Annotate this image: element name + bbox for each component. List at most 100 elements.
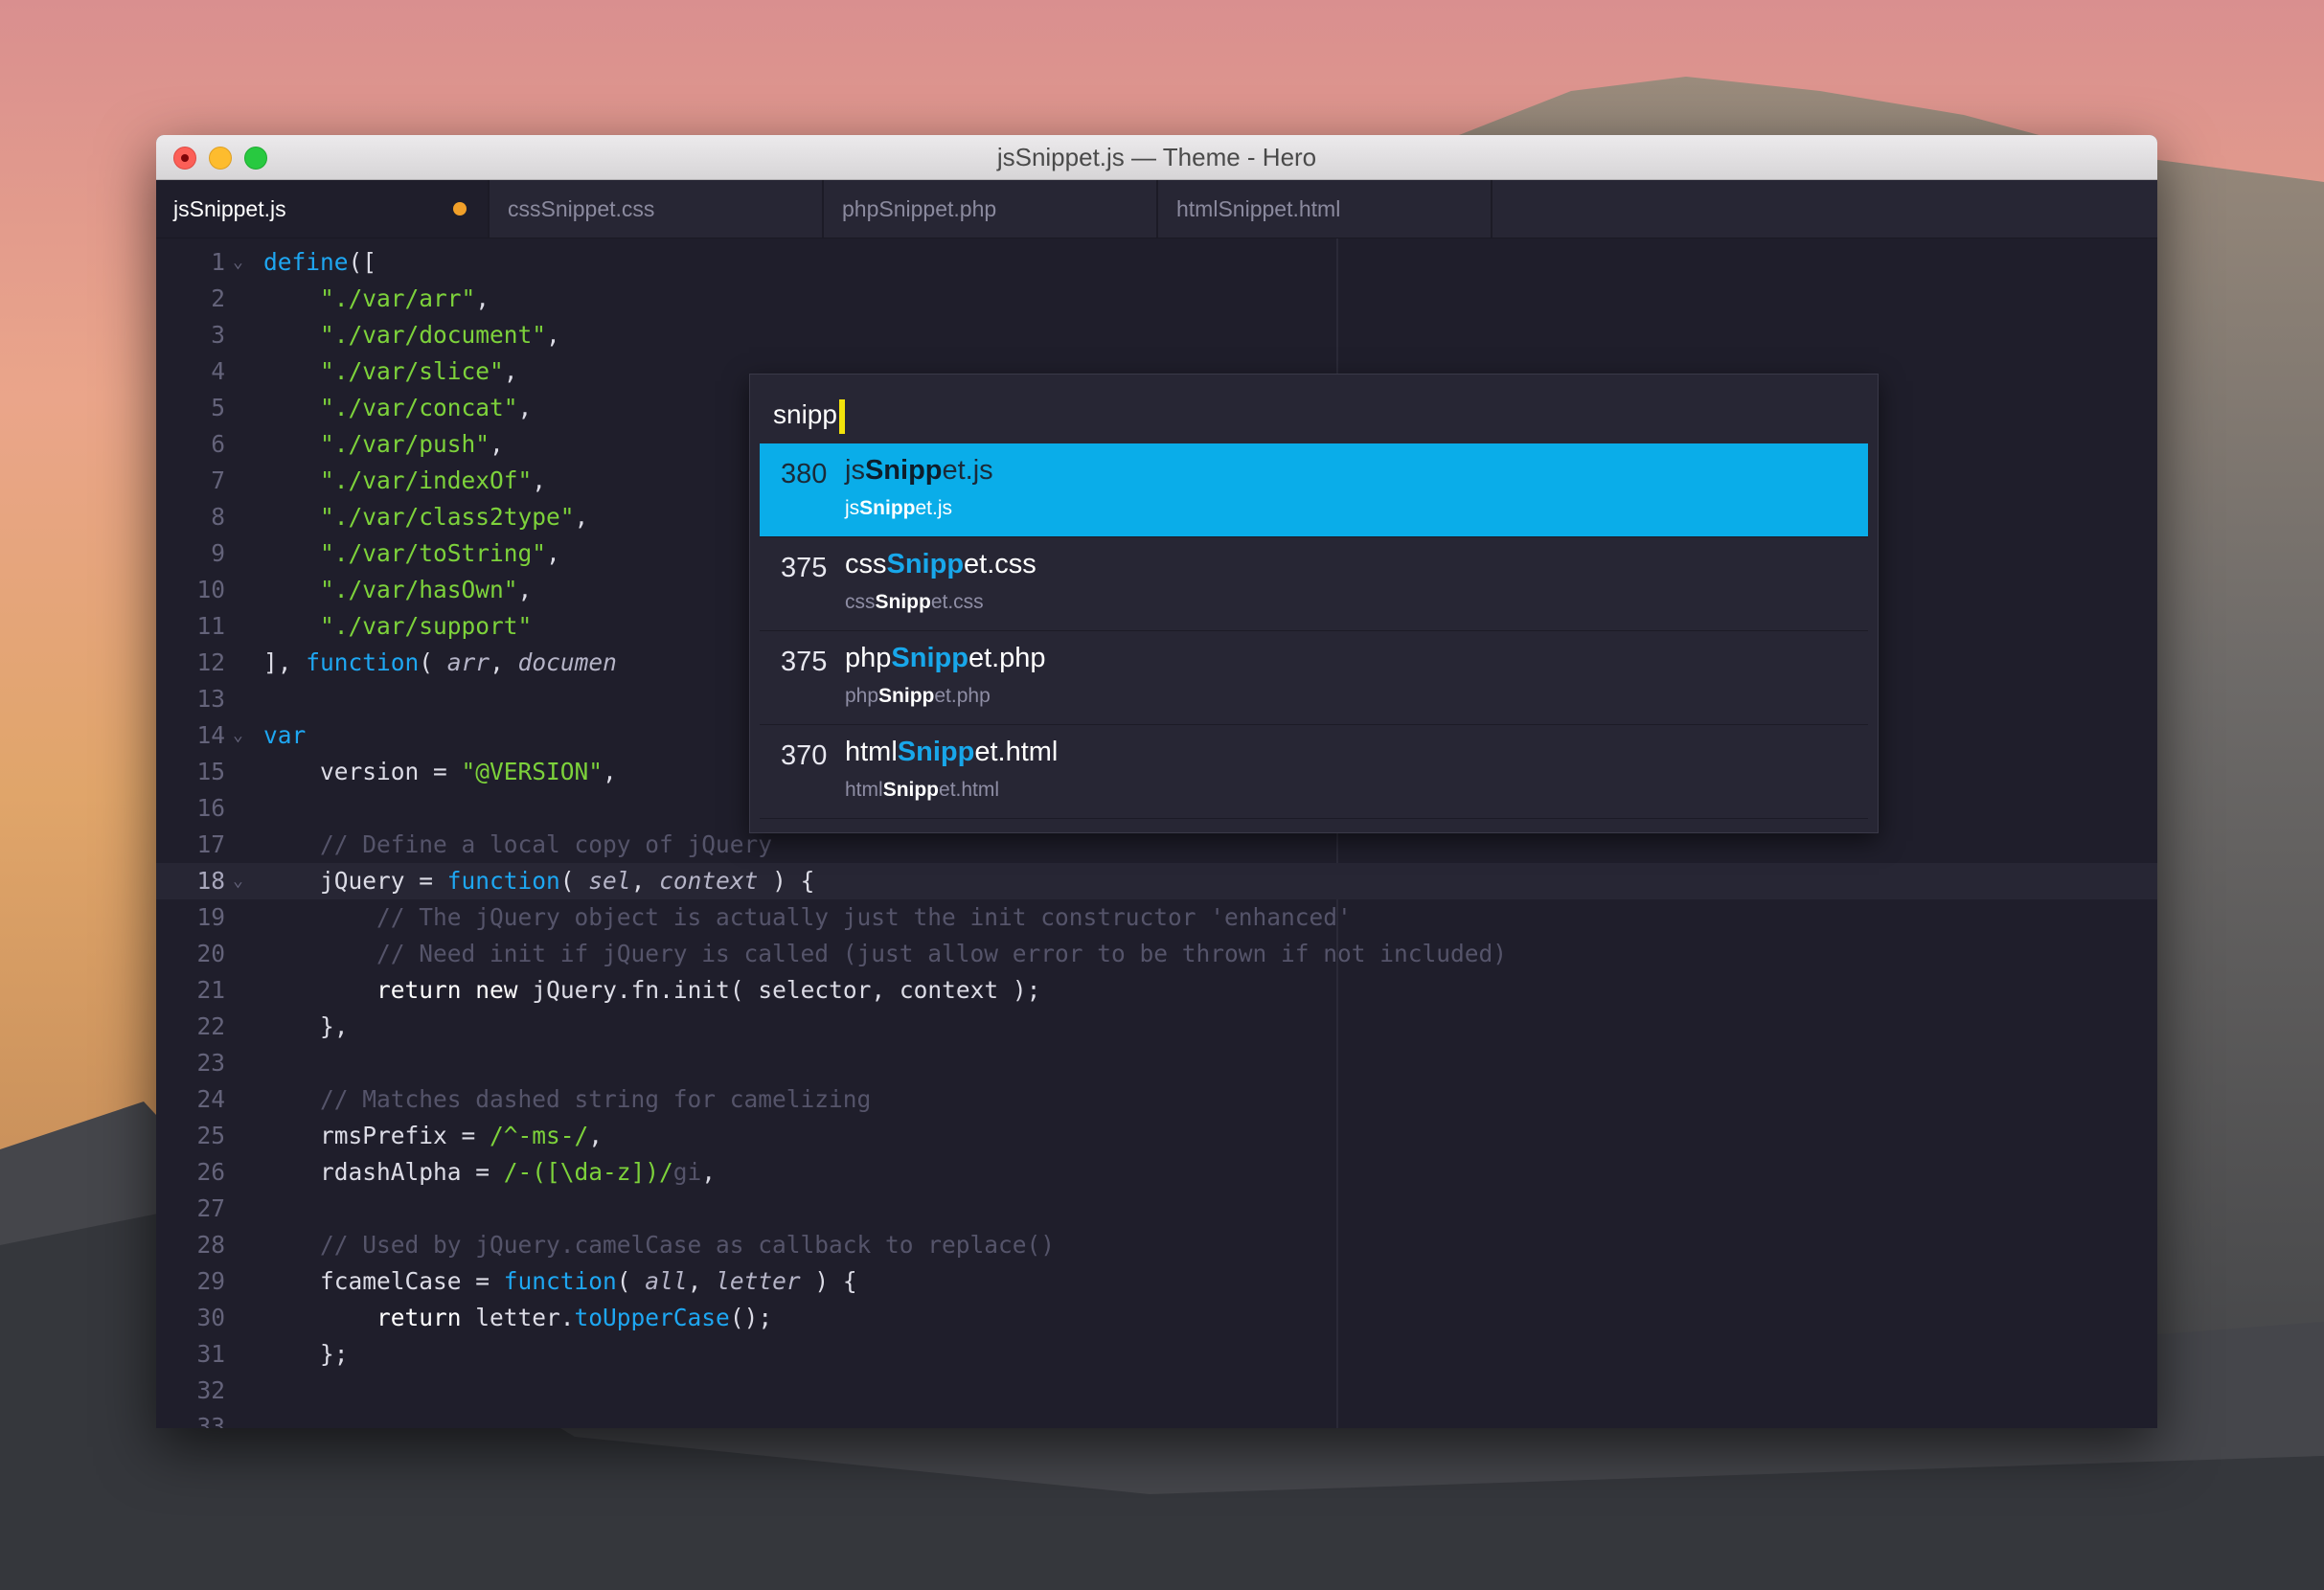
line-number: 24 (196, 1085, 225, 1113)
line-number: 21 (196, 976, 225, 1004)
line-number: 14 (196, 721, 225, 749)
line-number: 13 (196, 685, 225, 713)
tab-jssnippet[interactable]: jsSnippet.js (156, 180, 490, 238)
line-number: 29 (196, 1267, 225, 1295)
code-line[interactable]: 18 ⌄ jQuery = function( sel, context ) { (156, 863, 2157, 899)
tab-label: phpSnippet.php (842, 196, 997, 221)
tab-bar: jsSnippet.js cssSnippet.css phpSnippet.p… (156, 180, 2157, 238)
code-text: "./var/push", (320, 430, 504, 458)
line-number: 28 (196, 1231, 225, 1259)
fold-chevron-icon[interactable]: ⌄ (233, 244, 243, 281)
result-title: cssSnippet.css (845, 549, 1037, 579)
fold-chevron-icon[interactable]: ⌄ (233, 717, 243, 754)
code-line[interactable]: 23 (156, 1045, 2157, 1081)
code-line[interactable]: 3 "./var/document", (156, 317, 2157, 353)
code-line[interactable]: 26 rdashAlpha = /-([\da-z])/gi, (156, 1154, 2157, 1191)
code-text: return letter.toUpperCase(); (376, 1304, 773, 1331)
result-score: 380 (781, 459, 828, 489)
line-number: 25 (196, 1122, 225, 1149)
code-line[interactable]: 25 rmsPrefix = /^-ms-/, (156, 1118, 2157, 1154)
result-path: htmlSnippet.html (845, 779, 1000, 801)
line-number: 3 (211, 321, 225, 349)
line-number: 33 (196, 1413, 225, 1428)
result-score: 375 (781, 647, 828, 677)
code-text: "./var/hasOwn", (320, 576, 533, 603)
line-number: 17 (196, 830, 225, 858)
code-text: fcamelCase = function( all, letter ) { (263, 1267, 857, 1295)
palette-result-item[interactable]: 375 cssSnippet.css cssSnippet.css (760, 537, 1868, 631)
line-number: 4 (211, 357, 225, 385)
code-text: }; (263, 1340, 349, 1368)
line-number: 2 (211, 284, 225, 312)
palette-search-input[interactable]: snipp (773, 396, 845, 434)
code-text: // Matches dashed string for camelizing (320, 1085, 872, 1113)
unsaved-dot-icon[interactable] (453, 202, 467, 216)
code-line[interactable]: 19 // The jQuery object is actually just… (156, 899, 2157, 936)
code-line[interactable]: 20 // Need init if jQuery is called (jus… (156, 936, 2157, 972)
line-number: 26 (196, 1158, 225, 1186)
tab-label: htmlSnippet.html (1176, 196, 1341, 221)
code-line[interactable]: 32 (156, 1373, 2157, 1409)
tab-csssnippet[interactable]: cssSnippet.css (490, 180, 824, 238)
result-path: phpSnippet.php (845, 685, 991, 707)
tab-phpsnippet[interactable]: phpSnippet.php (825, 180, 1158, 238)
tab-label: jsSnippet.js (173, 196, 286, 221)
code-line[interactable]: 28 // Used by jQuery.camelCase as callba… (156, 1227, 2157, 1263)
code-text: version = "@VERSION", (263, 758, 617, 785)
line-number: 11 (196, 612, 225, 640)
line-number: 18 (196, 867, 225, 895)
line-number: 8 (211, 503, 225, 531)
code-line[interactable]: 30 return letter.toUpperCase(); (156, 1300, 2157, 1336)
code-line[interactable]: 33 (156, 1409, 2157, 1428)
code-text: "./var/concat", (320, 394, 533, 421)
fold-chevron-icon[interactable]: ⌄ (233, 863, 243, 899)
goto-anything-palette: snipp 380 jsSnippet.js jsSnippet.js 375 cssS… (749, 374, 1879, 833)
code-line[interactable]: 29 fcamelCase = function( all, letter ) … (156, 1263, 2157, 1300)
title-bar[interactable]: jsSnippet.js — Theme - Hero (156, 135, 2157, 180)
line-number: 7 (211, 466, 225, 494)
code-text: "./var/indexOf", (320, 466, 547, 494)
line-number: 22 (196, 1012, 225, 1040)
code-text: }, (263, 1012, 349, 1040)
line-number: 19 (196, 903, 225, 931)
palette-result-item[interactable]: 380 jsSnippet.js jsSnippet.js (760, 443, 1868, 537)
line-number: 31 (196, 1340, 225, 1368)
result-score: 370 (781, 740, 828, 771)
result-path: jsSnippet.js (845, 497, 953, 519)
result-path: cssSnippet.css (845, 591, 984, 613)
tab-htmlsnippet[interactable]: htmlSnippet.html (1159, 180, 1492, 238)
code-text: define([ (263, 248, 377, 276)
code-line[interactable]: 1 ⌄ define([ (156, 244, 2157, 281)
code-text: return new jQuery.fn.init( selector, con… (376, 976, 1041, 1004)
code-text: "./var/support" (320, 612, 533, 640)
code-text: "./var/document", (320, 321, 560, 349)
code-text: // The jQuery object is actually just th… (376, 903, 1352, 931)
result-title: htmlSnippet.html (845, 737, 1059, 767)
editor-window: jsSnippet.js — Theme - Hero jsSnippet.js… (156, 135, 2157, 1428)
code-line[interactable]: 27 (156, 1191, 2157, 1227)
code-text: // Used by jQuery.camelCase as callback … (320, 1231, 1056, 1259)
code-line[interactable]: 31 }; (156, 1336, 2157, 1373)
line-number: 10 (196, 576, 225, 603)
code-text: var (263, 721, 307, 749)
result-title: jsSnippet.js (845, 455, 993, 486)
code-text: "./var/slice", (320, 357, 518, 385)
code-line[interactable]: 2 "./var/arr", (156, 281, 2157, 317)
text-caret (838, 398, 845, 434)
code-text: jQuery = function( sel, context ) { (263, 867, 815, 895)
code-text: "./var/class2type", (320, 503, 589, 531)
window-title: jsSnippet.js — Theme - Hero (996, 143, 1317, 171)
palette-result-item[interactable]: 370 htmlSnippet.html htmlSnippet.html (760, 725, 1868, 819)
line-number: 6 (211, 430, 225, 458)
code-line[interactable]: 22 }, (156, 1009, 2157, 1045)
line-number: 1 (211, 248, 225, 276)
code-line[interactable]: 24 // Matches dashed string for camelizi… (156, 1081, 2157, 1118)
code-text: // Need init if jQuery is called (just a… (376, 940, 1508, 967)
result-score: 375 (781, 553, 828, 583)
line-number: 23 (196, 1049, 225, 1077)
palette-query-text: snipp (773, 399, 837, 429)
result-title: phpSnippet.php (845, 643, 1046, 673)
code-line[interactable]: 21 return new jQuery.fn.init( selector, … (156, 972, 2157, 1009)
tab-label: cssSnippet.css (508, 196, 655, 221)
palette-result-item[interactable]: 375 phpSnippet.php phpSnippet.php (760, 631, 1868, 725)
